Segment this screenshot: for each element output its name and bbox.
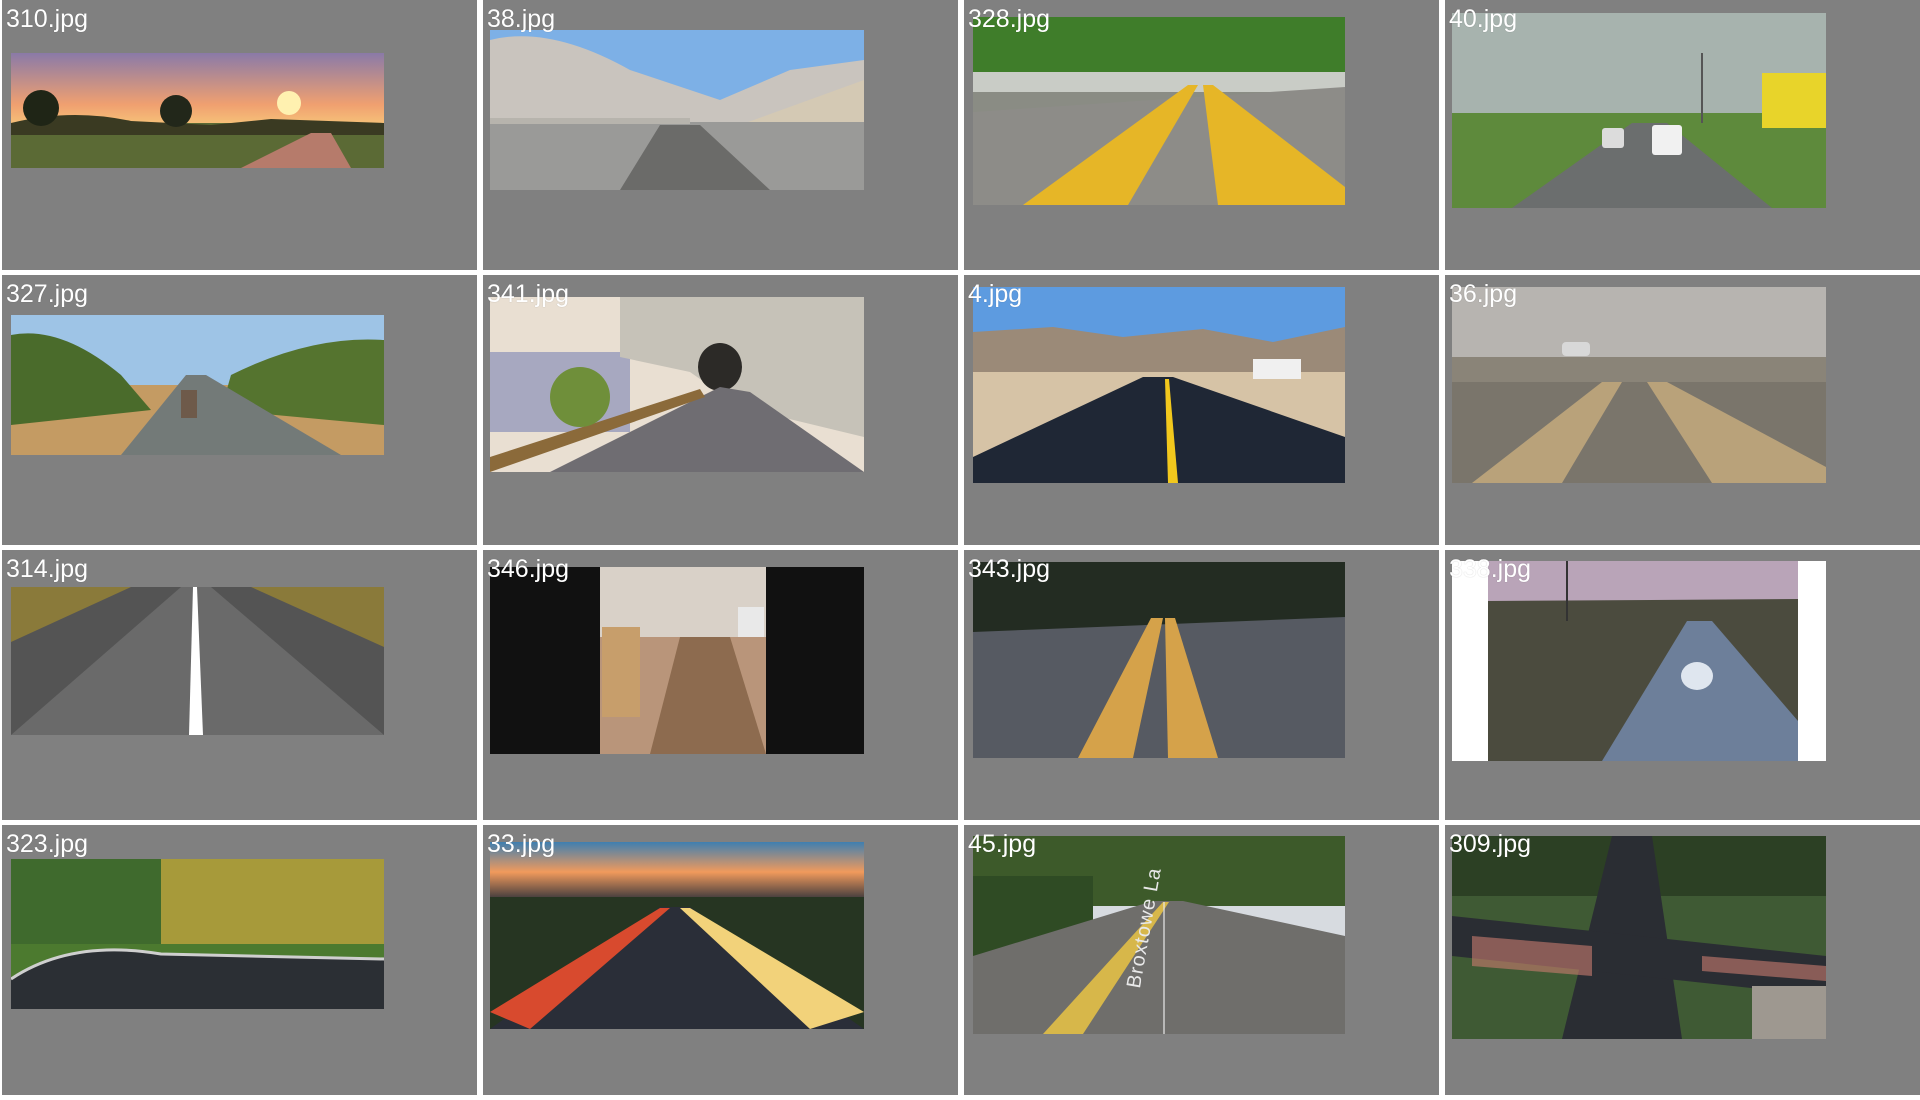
thumbnail-image[interactable]: Broxtowe La [973,836,1345,1034]
thumbnail-tile[interactable]: 33.jpg [483,825,958,1095]
thumbnail-tile[interactable]: 346.jpg [483,550,958,820]
thumbnail-tile[interactable]: 323.jpg [2,825,477,1095]
thumbnail-tile[interactable]: 310.jpg [2,0,477,270]
thumbnail-filename: 33.jpg [487,830,556,858]
thumbnail-image[interactable] [490,567,864,754]
thumbnail-filename: 323.jpg [6,830,89,858]
thumbnail-filename: 38.jpg [487,5,556,33]
thumbnail-tile[interactable]: 327.jpg [2,275,477,545]
thumbnail-image[interactable] [973,287,1345,483]
thumbnail-filename: 45.jpg [968,830,1037,858]
thumbnail-filename: 327.jpg [6,280,89,308]
thumbnail-filename: 309.jpg [1449,830,1532,858]
thumbnail-tile[interactable]: 341.jpg [483,275,958,545]
thumbnail-tile[interactable]: 328.jpg [964,0,1439,270]
thumbnail-tile[interactable]: 338.jpg [1445,550,1920,820]
thumbnail-image[interactable] [1452,561,1826,761]
thumbnail-image[interactable] [11,587,384,735]
thumbnail-image[interactable] [11,859,384,1009]
thumbnail-filename: 341.jpg [487,280,570,308]
thumbnail-image[interactable] [11,53,384,168]
thumbnail-image[interactable] [1452,287,1826,483]
thumbnail-tile[interactable]: 343.jpg [964,550,1439,820]
thumbnail-tile[interactable]: Broxtowe La 45.jpg [964,825,1439,1095]
thumbnail-tile[interactable]: 309.jpg [1445,825,1920,1095]
thumbnail-filename: 314.jpg [6,555,89,583]
thumbnail-tile[interactable]: 314.jpg [2,550,477,820]
thumbnail-tile[interactable]: 36.jpg [1445,275,1920,545]
thumbnail-tile[interactable]: 38.jpg [483,0,958,270]
image-grid: 310.jpg 38.jpg 328.jpg 40.jpg 327.jpg 34… [0,0,1920,1100]
thumbnail-image[interactable] [1452,13,1826,208]
thumbnail-image[interactable] [973,17,1345,205]
thumbnail-filename: 4.jpg [968,280,1023,308]
thumbnail-image[interactable] [1452,836,1826,1039]
thumbnail-filename: 346.jpg [487,555,570,583]
thumbnail-filename: 40.jpg [1449,5,1518,33]
thumbnail-image[interactable] [11,315,384,455]
thumbnail-filename: 36.jpg [1449,280,1518,308]
thumbnail-filename: 343.jpg [968,555,1051,583]
thumbnail-image[interactable] [490,30,864,190]
thumbnail-image[interactable] [973,562,1345,758]
thumbnail-tile[interactable]: 40.jpg [1445,0,1920,270]
thumbnail-image[interactable] [490,842,864,1029]
thumbnail-tile[interactable]: 4.jpg [964,275,1439,545]
thumbnail-filename: 338.jpg [1449,555,1532,583]
thumbnail-filename: 328.jpg [968,5,1051,33]
thumbnail-image[interactable] [490,297,864,472]
thumbnail-filename: 310.jpg [6,5,89,33]
